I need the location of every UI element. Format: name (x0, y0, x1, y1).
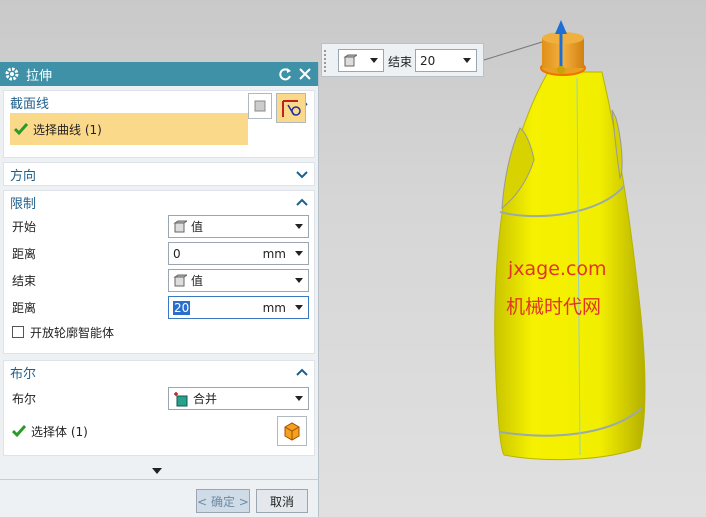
open-profile-checkbox[interactable] (12, 326, 24, 338)
distance1-value[interactable]: 0 (173, 247, 181, 261)
distance2-input[interactable]: 20 mm (168, 296, 309, 319)
curve-rule-button[interactable] (248, 93, 272, 119)
floating-limit-toolbar: 结束 20 (321, 43, 484, 77)
start-label: 开始 (12, 220, 37, 234)
distance2-value[interactable]: 20 (173, 300, 191, 315)
value-cube-icon (343, 54, 357, 66)
sketch-section-button[interactable] (276, 93, 306, 123)
boolean-type-dropdown[interactable]: 合并 (168, 387, 309, 410)
boolean-type-value: 合并 (193, 392, 218, 406)
end-type-value: 值 (191, 274, 204, 288)
graphics-viewport[interactable]: jxage.com 机械时代网 (320, 0, 706, 517)
end-label: 结束 (12, 274, 37, 288)
unite-icon (174, 391, 188, 406)
gear-icon (5, 67, 19, 81)
distance1-label: 距离 (12, 247, 37, 261)
boolean-row: 布尔 合并 (4, 385, 314, 412)
boolean-header[interactable]: 布尔 (4, 361, 314, 383)
chevron-up-icon (296, 368, 308, 376)
close-button[interactable] (296, 65, 314, 83)
limits-title: 限制 (10, 196, 37, 212)
chevron-down-icon (296, 171, 308, 179)
watermark-text: 机械时代网 (506, 296, 602, 318)
direction-title: 方向 (10, 168, 37, 184)
distance2-unit: mm (262, 301, 286, 315)
open-profile-row[interactable]: 开放轮廓智能体 (4, 321, 314, 343)
divider (0, 479, 319, 480)
ok-button[interactable]: < 确定 > (196, 489, 250, 513)
start-row: 开始 值 (4, 213, 314, 240)
select-curve-label: 选择曲线 (1) (33, 122, 102, 137)
distance1-unit: mm (262, 247, 286, 261)
distance2-row: 距离 20 mm (4, 294, 314, 321)
dialog-title: 拉伸 (26, 68, 53, 84)
extrude-dialog: 拉伸 截面线 选择曲线 (1) 方向 限制 开始 值 距离 0 mm 结束 值 … (0, 62, 319, 517)
direction-panel: 方向 (3, 162, 315, 186)
end-row: 结束 值 (4, 267, 314, 294)
boolean-title: 布尔 (10, 366, 37, 382)
checkmark-icon (12, 425, 26, 438)
watermark-url: jxage.com (508, 258, 607, 280)
open-profile-label: 开放轮廓智能体 (30, 325, 115, 340)
start-type-dropdown[interactable]: 值 (168, 215, 309, 238)
limits-panel: 限制 开始 值 距离 0 mm 结束 值 距离 20 mm 开放轮廓智能体 (3, 190, 315, 354)
reset-button[interactable] (276, 65, 294, 83)
chevron-up-icon (296, 198, 308, 206)
curve-rule-icon (254, 100, 266, 112)
boolean-panel: 布尔 布尔 合并 选择体 (1) (3, 360, 315, 456)
boolean-label: 布尔 (12, 392, 37, 406)
section-curve-title: 截面线 (10, 96, 50, 112)
section-curve-panel: 截面线 选择曲线 (1) (3, 90, 315, 158)
select-curve-row[interactable]: 选择曲线 (1) (10, 113, 248, 145)
select-body-label: 选择体 (1) (31, 424, 88, 439)
dialog-titlebar: 拉伸 (0, 62, 318, 86)
value-cube-icon (173, 274, 187, 286)
more-options-arrow[interactable] (152, 468, 162, 474)
floating-end-label: 结束 (388, 55, 413, 69)
distance2-label: 距离 (12, 301, 37, 315)
end-type-dropdown[interactable]: 值 (168, 269, 309, 292)
cancel-button[interactable]: 取消 (256, 489, 308, 513)
limits-header[interactable]: 限制 (4, 191, 314, 213)
select-body-row[interactable]: 选择体 (1) (4, 416, 314, 446)
solid-body-icon (284, 422, 300, 441)
floating-type-dropdown[interactable] (338, 49, 384, 72)
distance1-input[interactable]: 0 mm (168, 242, 309, 265)
close-icon (299, 68, 311, 80)
direction-header[interactable]: 方向 (4, 163, 314, 185)
floating-end-value[interactable]: 20 (420, 54, 435, 68)
drag-handle[interactable] (324, 50, 330, 72)
value-cube-icon (173, 220, 187, 232)
start-type-value: 值 (191, 220, 204, 234)
floating-end-value-dropdown[interactable]: 20 (415, 49, 477, 72)
select-body-button[interactable] (277, 416, 307, 446)
sketch-section-icon (282, 100, 301, 117)
reset-icon (279, 68, 291, 81)
distance1-row: 距离 0 mm (4, 240, 314, 267)
checkmark-icon (14, 123, 28, 136)
